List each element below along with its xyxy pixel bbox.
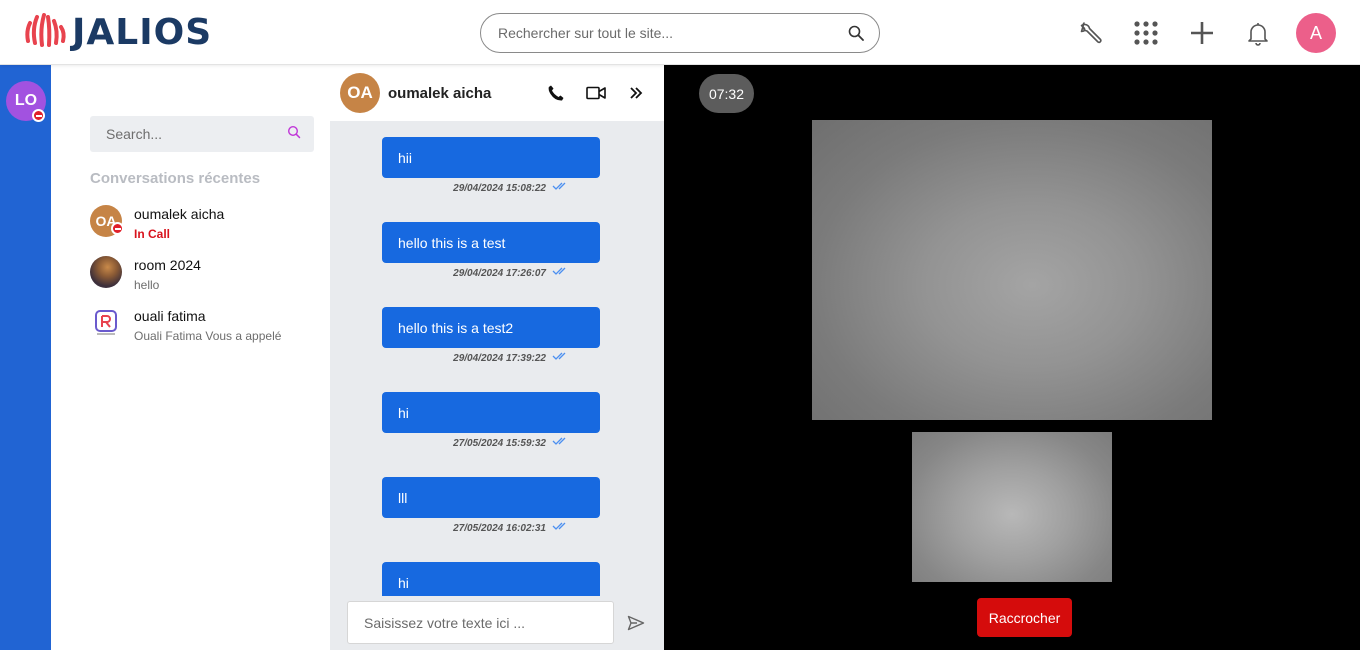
wrench-icon[interactable] xyxy=(1070,13,1110,53)
call-timer: 07:32 xyxy=(699,74,754,113)
message-timestamp: 29/04/2024 15:08:22 xyxy=(453,183,546,194)
message-bubble[interactable]: lll xyxy=(382,477,600,518)
left-rail: LO xyxy=(0,65,51,650)
logo-mark-icon xyxy=(25,13,66,47)
search-icon[interactable] xyxy=(847,24,865,42)
phone-icon[interactable] xyxy=(544,81,568,105)
site-search-input[interactable] xyxy=(498,25,847,41)
rainbow-avatar xyxy=(90,307,122,339)
message-bubble[interactable]: hello this is a test2 xyxy=(382,307,600,348)
logo-text: JALIOS xyxy=(72,12,213,53)
read-receipt-icon xyxy=(552,182,566,190)
top-bar: JALIOS A xyxy=(0,0,1360,65)
message-item: hi xyxy=(382,562,600,596)
hang-up-button[interactable]: Raccrocher xyxy=(977,598,1072,637)
message-bubble[interactable]: hi xyxy=(382,562,600,596)
conversation-item-oumalek-aicha[interactable]: OA oumalek aicha In Call xyxy=(90,205,320,256)
message-input[interactable] xyxy=(347,601,614,644)
message-bubble[interactable]: hello this is a test xyxy=(382,222,600,263)
room-avatar xyxy=(90,256,122,288)
local-video[interactable] xyxy=(912,432,1112,582)
video-camera-icon[interactable] xyxy=(584,81,608,105)
plus-icon[interactable] xyxy=(1182,13,1222,53)
double-chevron-right-icon[interactable] xyxy=(624,81,648,105)
chat-contact-name: oumalek aicha xyxy=(388,84,492,102)
my-avatar-initials: LO xyxy=(14,92,38,109)
message-item: hello this is a test 29/04/2024 17:26:07 xyxy=(382,222,600,279)
conversation-search-input[interactable] xyxy=(106,126,287,142)
send-icon[interactable] xyxy=(617,601,655,644)
message-item: hello this is a test2 29/04/2024 17:39:2… xyxy=(382,307,600,364)
presence-dnd-icon xyxy=(111,222,124,235)
conversation-list: OA oumalek aicha In Call room 2024 hello xyxy=(90,205,320,358)
conversation-name: oumalek aicha xyxy=(134,206,225,222)
bell-icon[interactable] xyxy=(1238,13,1278,53)
message-bubble[interactable]: hi xyxy=(382,392,600,433)
rainbow-logo-icon xyxy=(95,310,117,335)
conversations-panel: Conversations récentes OA oumalek aicha … xyxy=(51,65,330,650)
message-list: hii 29/04/2024 15:08:22 hello this is a … xyxy=(330,121,664,596)
search-icon[interactable] xyxy=(287,125,301,144)
message-bubble[interactable]: hii xyxy=(382,137,600,178)
apps-grid-icon[interactable] xyxy=(1126,13,1166,53)
conversation-name: ouali fatima xyxy=(134,308,206,324)
message-timestamp: 29/04/2024 17:26:07 xyxy=(453,268,546,279)
message-item: hii 29/04/2024 15:08:22 xyxy=(382,137,600,194)
message-item: lll 27/05/2024 16:02:31 xyxy=(382,477,600,534)
user-avatar[interactable]: A xyxy=(1296,13,1336,53)
read-receipt-icon xyxy=(552,437,566,445)
site-search xyxy=(480,13,880,53)
top-actions: A xyxy=(1054,13,1336,53)
conversation-status: In Call xyxy=(134,227,171,241)
message-timestamp: 27/05/2024 16:02:31 xyxy=(453,523,546,534)
jalios-logo[interactable]: JALIOS xyxy=(24,12,219,54)
recent-conversations-title: Conversations récentes xyxy=(90,170,261,187)
conversation-item-room-2024[interactable]: room 2024 hello xyxy=(90,256,320,307)
read-receipt-icon xyxy=(552,522,566,530)
chat-panel: OA oumalek aicha hii 29/04/2024 15:08:22… xyxy=(330,65,664,650)
chat-contact-avatar[interactable]: OA xyxy=(340,73,380,113)
conversation-last-message: hello xyxy=(134,278,160,292)
avatar: OA xyxy=(90,205,124,237)
my-avatar[interactable]: LO xyxy=(6,81,46,122)
conversation-search xyxy=(90,116,314,152)
read-receipt-icon xyxy=(552,267,566,275)
remote-video[interactable] xyxy=(812,120,1212,420)
message-timestamp: 27/05/2024 15:59:32 xyxy=(453,438,546,449)
message-composer xyxy=(330,596,664,650)
message-timestamp: 29/04/2024 17:39:22 xyxy=(453,353,546,364)
message-item: hi 27/05/2024 15:59:32 xyxy=(382,392,600,449)
conversation-item-ouali-fatima[interactable]: ouali fatima Ouali Fatima Vous a appelé xyxy=(90,307,320,358)
chat-header: OA oumalek aicha xyxy=(330,65,664,121)
conversation-name: room 2024 xyxy=(134,257,201,273)
presence-dnd-icon xyxy=(32,109,45,122)
conversation-last-message: Ouali Fatima Vous a appelé xyxy=(134,329,282,343)
read-receipt-icon xyxy=(552,352,566,360)
video-call-panel: 07:32 Raccrocher xyxy=(664,65,1360,650)
